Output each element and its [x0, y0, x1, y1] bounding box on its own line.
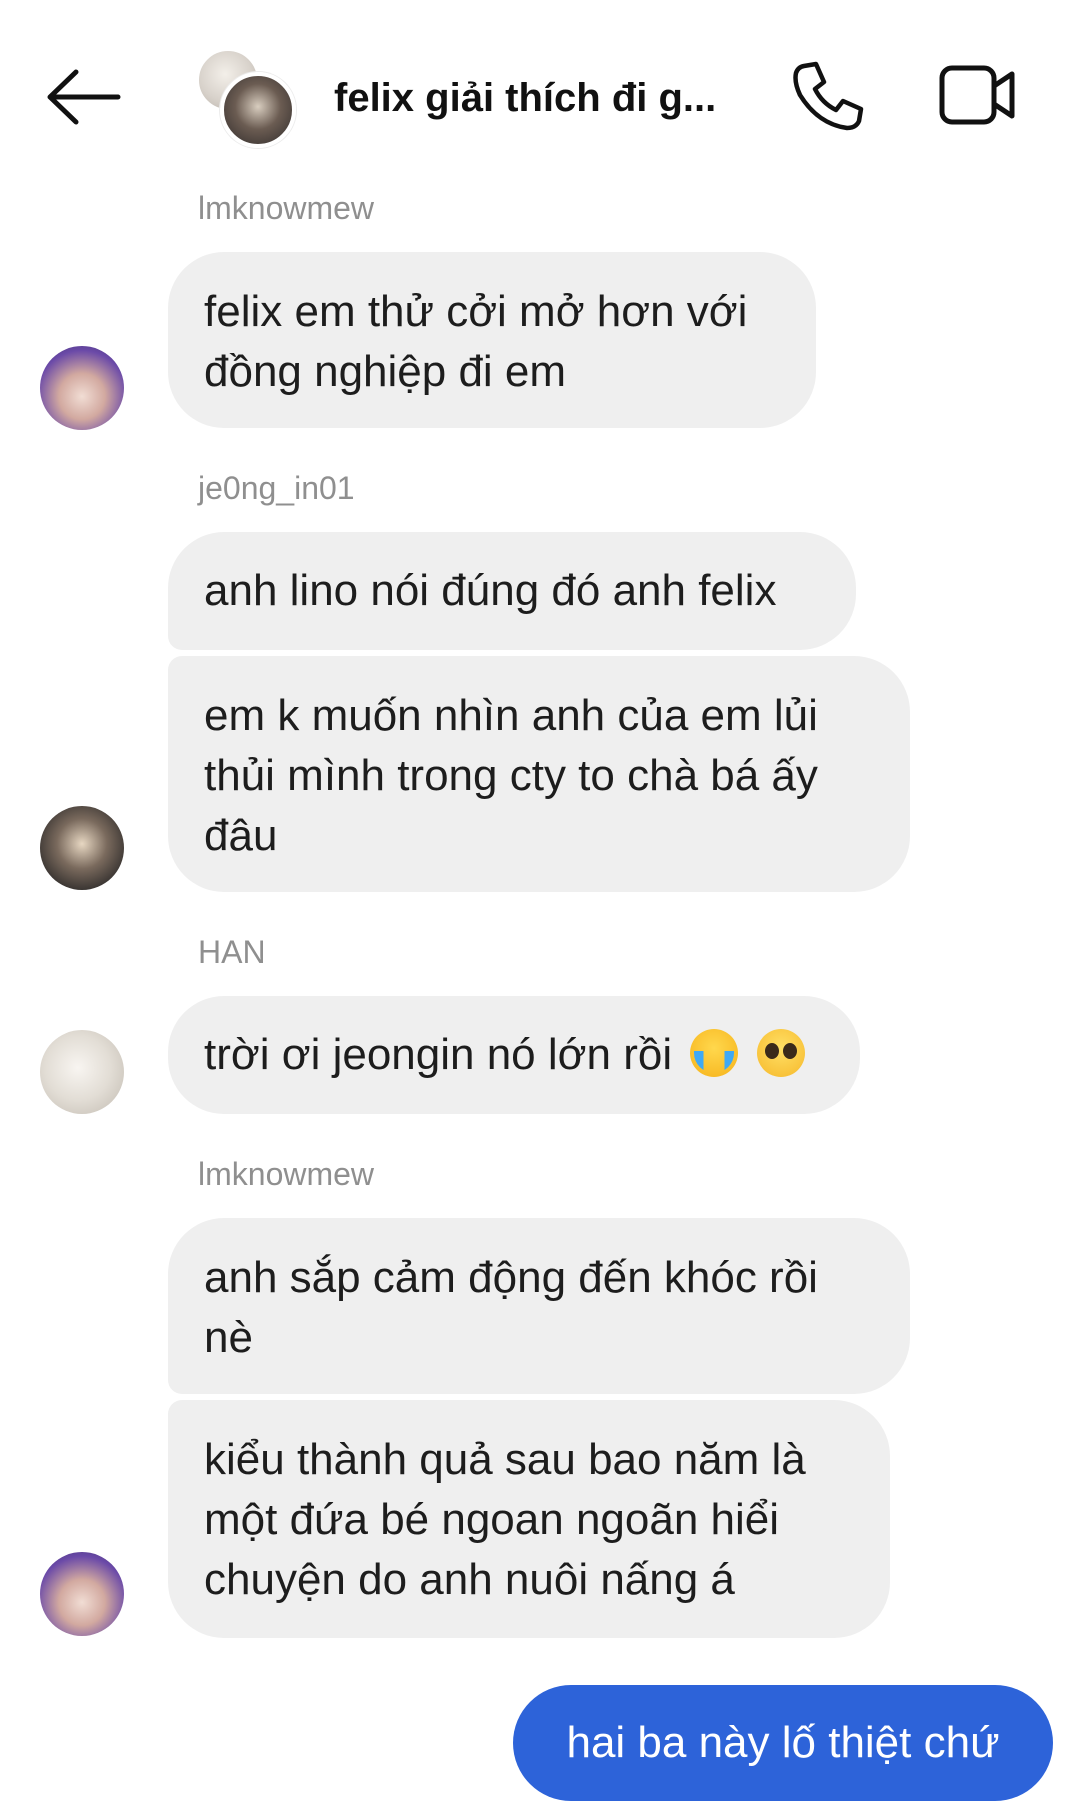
- voice-call-button[interactable]: [790, 58, 866, 134]
- message-line: kiểu thành quả sau bao năm là: [204, 1435, 806, 1484]
- video-call-button[interactable]: [938, 62, 1018, 128]
- message-bubble[interactable]: trời ơi jeongin nó lớn rồi: [168, 996, 860, 1114]
- loudly-crying-face-icon: [690, 1029, 739, 1077]
- message-line: felix em thử cởi mở hơn với: [204, 287, 748, 336]
- message-line: em k muốn nhìn anh của em lủi: [204, 691, 818, 740]
- group-avatar[interactable]: [190, 40, 300, 150]
- message-line: chuyện do anh nuôi nấng á: [204, 1555, 735, 1604]
- phone-icon: [793, 61, 864, 131]
- message-bubble[interactable]: anh sắp cảm động đến khóc rồi nè: [168, 1218, 910, 1394]
- message-bubble[interactable]: felix em thử cởi mở hơn với đồng nghiệp …: [168, 252, 816, 428]
- arrow-left-icon: [47, 69, 121, 125]
- message-bubble[interactable]: kiểu thành quả sau bao năm là một đứa bé…: [168, 1400, 890, 1638]
- message-bubble[interactable]: em k muốn nhìn anh của em lủi thủi mình …: [168, 656, 910, 892]
- message-line: đồng nghiệp đi em: [204, 347, 567, 396]
- message-line: đâu: [204, 811, 278, 860]
- back-button[interactable]: [40, 62, 130, 132]
- avatar-lmknowmew[interactable]: [40, 346, 124, 430]
- message-line: thủi mình trong cty to chà bá ấy: [204, 751, 818, 800]
- message-line: một đứa bé ngoan ngoãn hiểi: [204, 1495, 780, 1544]
- sender-name: lmknowmew: [198, 1156, 375, 1192]
- video-camera-icon: [939, 65, 1015, 125]
- message-line: nè: [204, 1313, 253, 1362]
- avatar-je0ng-in01[interactable]: [40, 806, 124, 890]
- message-bubble[interactable]: anh lino nói đúng đó anh felix: [168, 532, 856, 650]
- pleading-face-icon: [756, 1029, 805, 1077]
- sender-name: je0ng_in01: [198, 470, 355, 506]
- avatar-lmknowmew[interactable]: [40, 1552, 124, 1636]
- outgoing-message-bubble[interactable]: hai ba này lố thiệt chứ: [513, 1685, 1053, 1801]
- message-line: anh sắp cảm động đến khóc rồi: [204, 1253, 818, 1302]
- message-text: anh lino nói đúng đó anh felix: [204, 566, 777, 615]
- member-avatar-front: [220, 72, 296, 148]
- avatar-han[interactable]: [40, 1030, 124, 1114]
- chat-title[interactable]: felix giải thích đi g...: [334, 70, 734, 126]
- chat-header: felix giải thích đi g...: [0, 0, 1080, 190]
- sender-name: HAN: [198, 934, 266, 970]
- message-text: trời ơi jeongin nó lớn rồi: [204, 1030, 673, 1079]
- sender-name: lmknowmew: [198, 190, 375, 226]
